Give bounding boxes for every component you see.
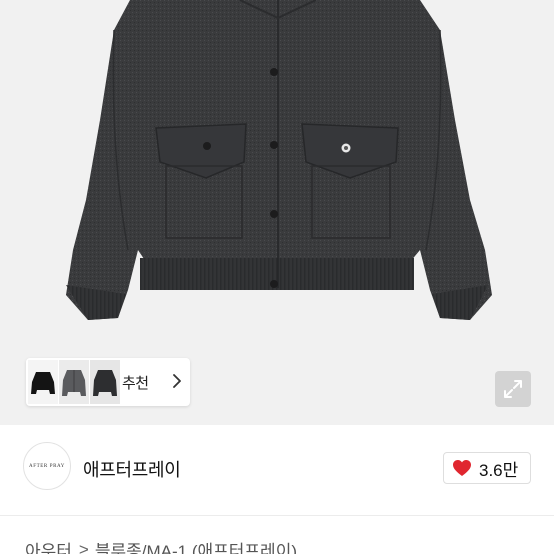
expand-arrows-icon bbox=[504, 380, 522, 398]
expand-button[interactable] bbox=[495, 371, 531, 407]
breadcrumb-subcategory[interactable]: 블루종/MA-1 (애프터프레이) bbox=[95, 537, 297, 554]
like-button[interactable]: 3.6만 bbox=[443, 452, 531, 484]
recommend-label: 추천 bbox=[122, 375, 149, 392]
seller-avatar[interactable]: AFTER PRAY bbox=[23, 442, 71, 490]
chevron-right-icon[interactable] bbox=[171, 372, 183, 390]
breadcrumb: 아우터 > 블루종/MA-1 (애프터프레이) bbox=[25, 537, 297, 554]
seller-row: AFTER PRAY 애프터프레이 3.6만 bbox=[0, 425, 554, 515]
recommend-chip[interactable]: 추천 bbox=[26, 358, 190, 406]
gray-jacket-thumb bbox=[59, 360, 89, 404]
dark-jacket-thumb bbox=[90, 360, 120, 404]
avatar-logo-text: AFTER PRAY bbox=[29, 463, 65, 469]
breadcrumb-category[interactable]: 아우터 bbox=[25, 537, 72, 554]
section-divider bbox=[0, 515, 554, 516]
like-count: 3.6만 bbox=[479, 460, 519, 480]
recommend-thumbnails bbox=[28, 360, 121, 404]
seller-name[interactable]: 애프터프레이 bbox=[83, 456, 181, 482]
heart-icon bbox=[453, 460, 471, 476]
black-jacket-thumb bbox=[28, 360, 58, 404]
breadcrumb-separator: > bbox=[78, 539, 89, 554]
